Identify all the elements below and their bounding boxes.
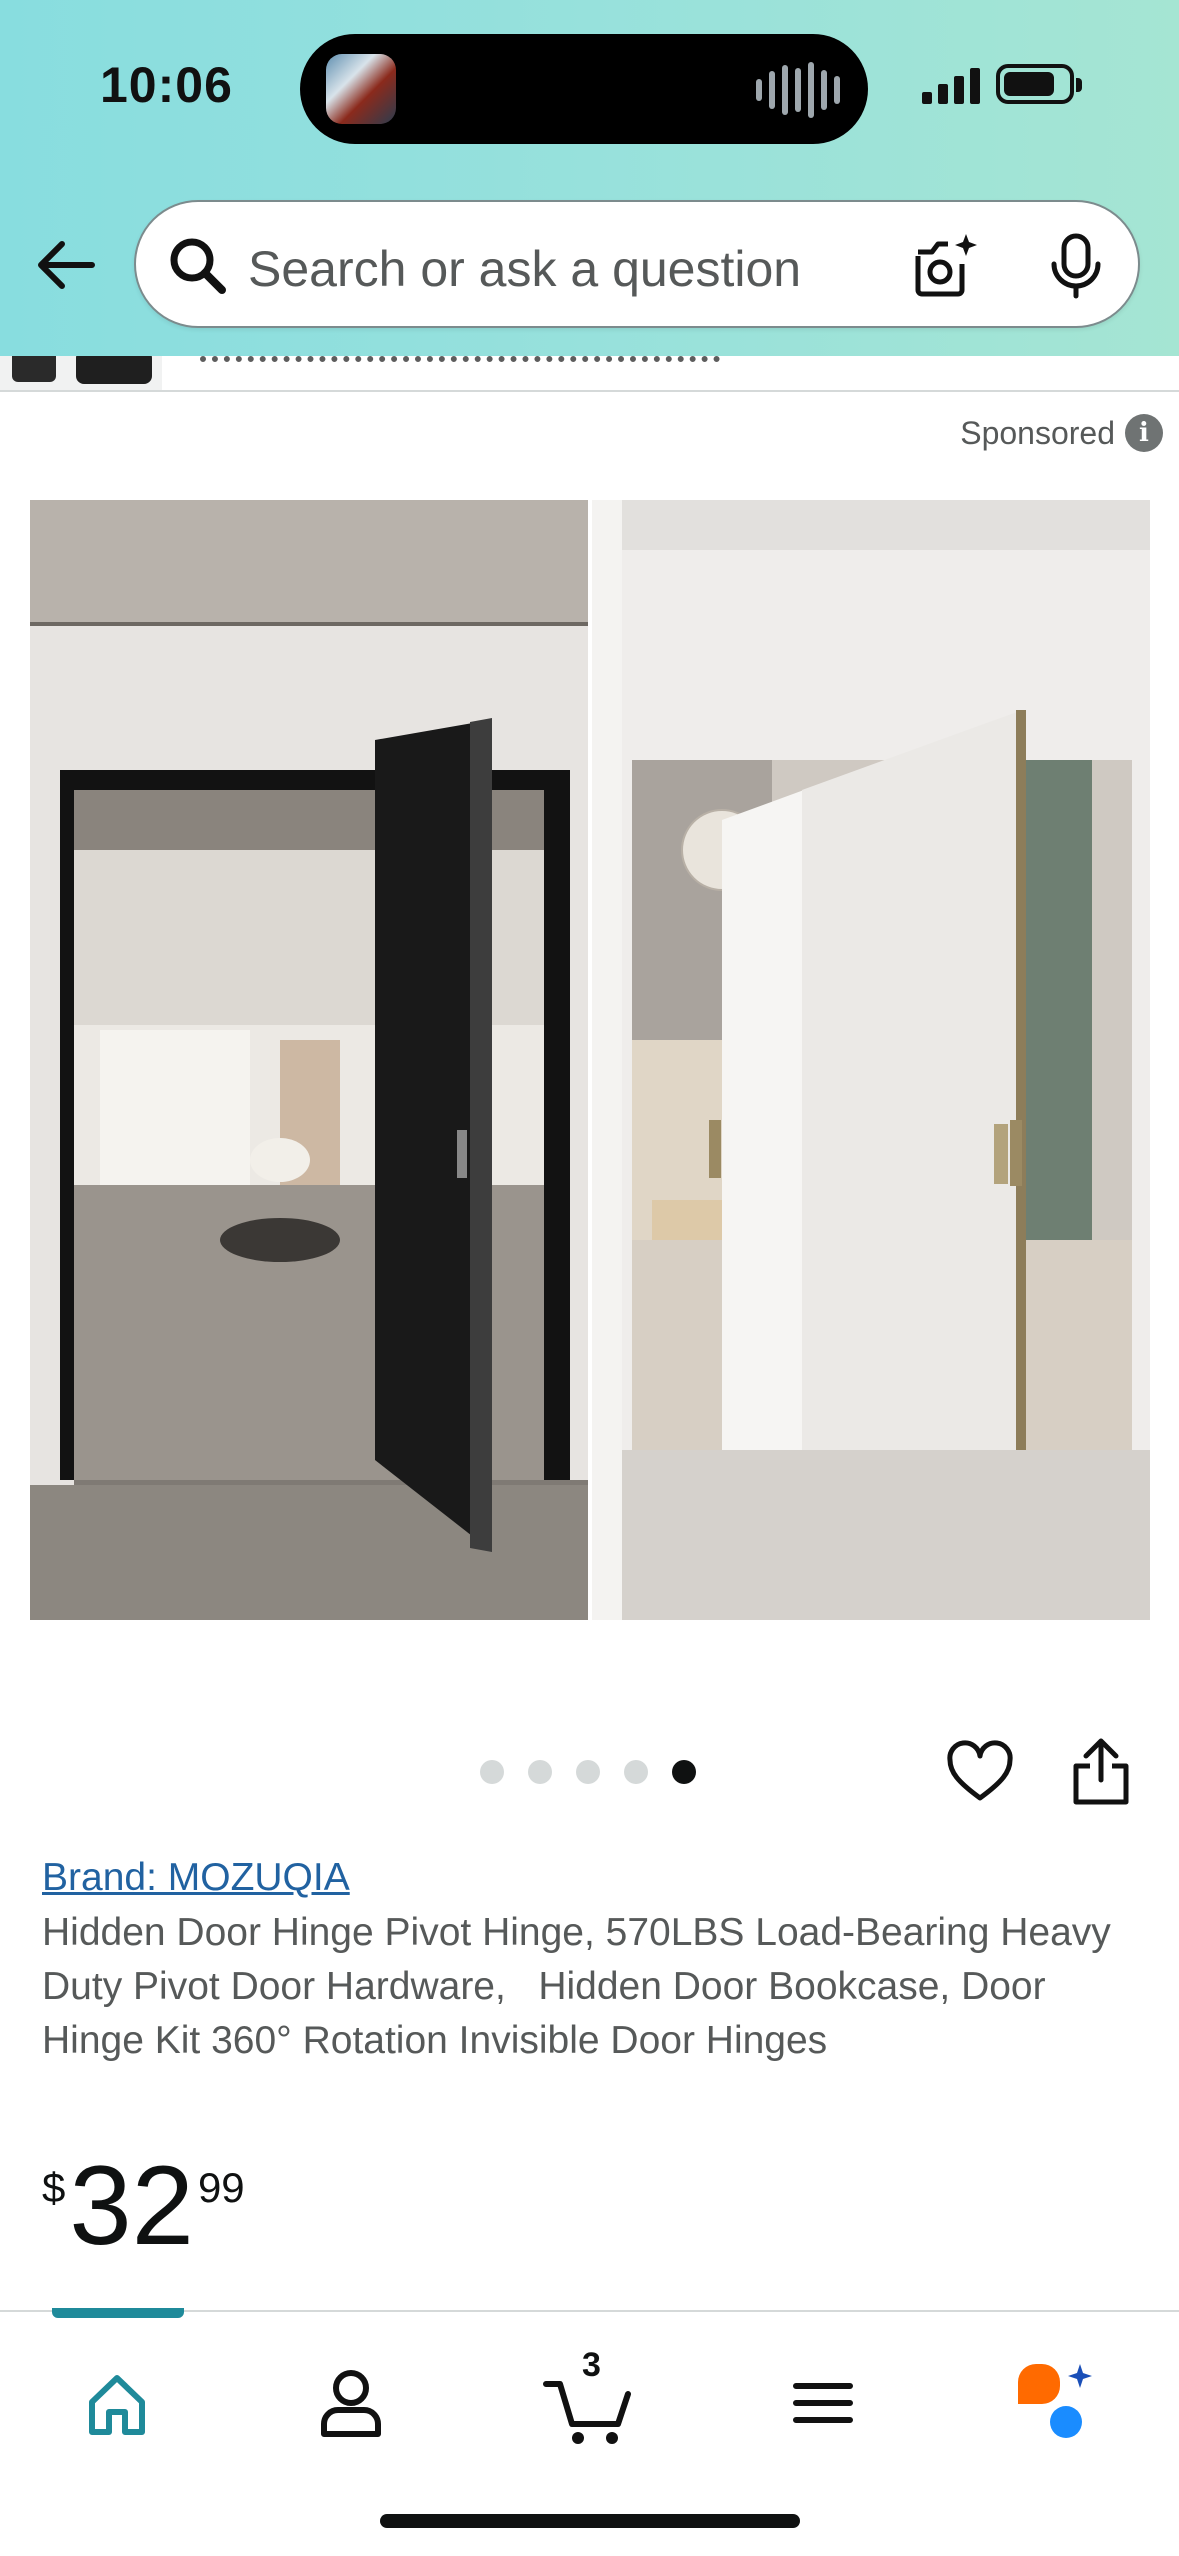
home-icon xyxy=(89,2375,145,2435)
home-indicator[interactable] xyxy=(380,2514,800,2528)
previous-result-thumbnail xyxy=(0,356,162,390)
carousel-dot[interactable] xyxy=(528,1760,552,1784)
nav-rufus-button[interactable] xyxy=(1010,2358,1100,2448)
app-header: 10:06 Search or ask a question xyxy=(0,0,1179,356)
search-bar[interactable]: Search or ask a question xyxy=(134,200,1140,328)
search-icon xyxy=(170,238,226,294)
add-to-wishlist-button[interactable] xyxy=(944,1736,1016,1808)
account-icon xyxy=(321,2370,381,2437)
heart-icon xyxy=(947,1740,1013,1801)
carousel-dot-active[interactable] xyxy=(672,1760,696,1784)
share-button[interactable] xyxy=(1068,1736,1134,1808)
menu-icon xyxy=(793,2383,853,2423)
microphone-icon[interactable] xyxy=(1042,232,1110,300)
product-title[interactable]: Hidden Door Hinge Pivot Hinge, 570LBS Lo… xyxy=(42,1906,1122,2068)
price-currency-symbol: $ xyxy=(42,2164,66,2211)
dynamic-island[interactable] xyxy=(300,34,868,144)
product-photo-dark-door xyxy=(30,500,588,1620)
share-icon xyxy=(1073,1738,1129,1805)
camera-search-icon[interactable] xyxy=(910,230,982,302)
now-playing-artwork xyxy=(326,54,396,124)
carousel-dot[interactable] xyxy=(576,1760,600,1784)
cellular-signal-icon xyxy=(922,66,980,104)
product-image[interactable] xyxy=(30,500,1150,1620)
price: $ 32 99 xyxy=(42,2150,245,2262)
price-whole: 32 xyxy=(69,2143,194,2268)
status-bar-time: 10:06 xyxy=(100,57,233,113)
back-button[interactable] xyxy=(32,230,102,300)
cart-count-badge: 3 xyxy=(582,2346,601,2384)
nav-home-button[interactable] xyxy=(72,2358,162,2448)
image-carousel-indicator[interactable] xyxy=(480,1760,696,1784)
previous-result-peek xyxy=(0,356,1179,392)
price-fraction: 99 xyxy=(197,2164,245,2211)
brand-link[interactable]: Brand: MOZUQIA xyxy=(42,1856,350,1900)
sponsored-text: Sponsored xyxy=(960,414,1115,451)
audio-waveform-icon xyxy=(756,62,840,118)
sponsored-label[interactable]: Sponsored i xyxy=(960,414,1163,452)
rufus-ai-icon xyxy=(1018,2364,1092,2438)
active-tab-indicator xyxy=(52,2308,184,2318)
previous-result-text xyxy=(200,356,720,362)
search-input[interactable]: Search or ask a question xyxy=(248,240,801,298)
nav-account-button[interactable] xyxy=(306,2358,396,2448)
nav-menu-button[interactable] xyxy=(778,2358,868,2448)
back-arrow-icon xyxy=(38,241,95,289)
nav-cart-button[interactable]: 3 xyxy=(538,2346,638,2448)
battery-icon xyxy=(996,64,1082,104)
carousel-dot[interactable] xyxy=(480,1760,504,1784)
info-icon[interactable]: i xyxy=(1125,414,1163,452)
carousel-dot[interactable] xyxy=(624,1760,648,1784)
product-photo-white-door xyxy=(592,500,1150,1620)
